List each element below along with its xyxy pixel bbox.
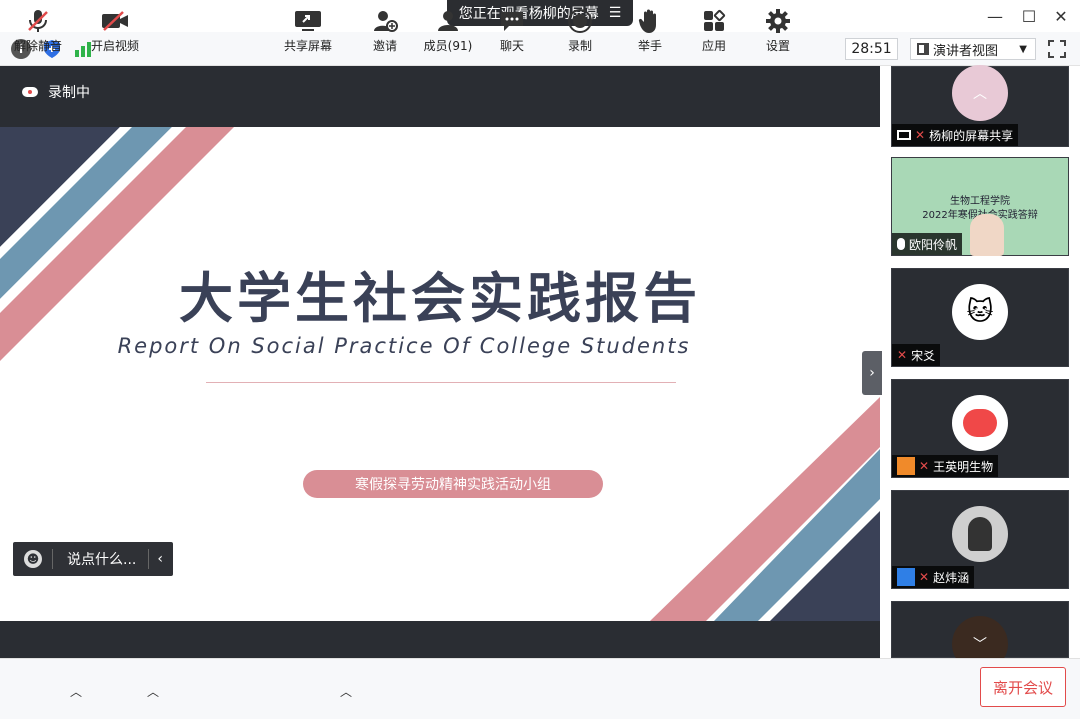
camera-off-icon	[101, 8, 129, 34]
divider	[148, 549, 150, 569]
mic-muted-icon	[24, 8, 52, 34]
chat-label: 聊天	[499, 38, 524, 53]
members-icon	[434, 8, 462, 34]
members-label: 成员(91)	[423, 38, 473, 53]
start-video-button[interactable]: 开启视频	[86, 0, 144, 61]
participant-tile[interactable]: ︿ ✕ 杨柳的屏幕共享	[891, 65, 1069, 147]
invite-button[interactable]: 邀请	[364, 0, 406, 61]
list-icon[interactable]: ☰	[609, 5, 622, 21]
recording-indicator: 录制中	[22, 82, 90, 102]
participant-tile[interactable]: ﹀	[891, 601, 1069, 672]
participant-tile[interactable]: 🐱 ✕ 宋爻	[891, 268, 1069, 367]
slide-group-label: 寒假探寻劳动精神实践活动小组	[303, 470, 603, 498]
share-screen-icon	[294, 8, 322, 34]
layout-icon	[917, 43, 929, 55]
maximize-button[interactable]: ☐	[1018, 6, 1040, 26]
add-user-icon	[371, 8, 399, 34]
participant-name: 赵炜涵	[933, 570, 970, 585]
avatar	[952, 506, 1008, 562]
chevron-up-icon[interactable]: ︿	[70, 683, 82, 700]
participant-tile[interactable]: ✕ 王英明生物	[891, 379, 1069, 478]
participant-name-tag: ✕ 宋爻	[892, 344, 941, 366]
divider	[52, 549, 53, 569]
cloud-icon	[22, 87, 38, 97]
participant-name: 杨柳的屏幕共享	[929, 128, 1014, 143]
mic-muted-icon: ✕	[919, 459, 930, 473]
start-video-label: 开启视频	[90, 38, 139, 53]
chevron-down-icon: ▼	[1019, 43, 1027, 55]
chevron-down-icon[interactable]: ﹀	[973, 634, 987, 654]
mic-muted-icon: ✕	[897, 348, 908, 362]
leave-meeting-button[interactable]: 离开会议	[980, 667, 1066, 707]
participant-name: 王英明生物	[933, 459, 994, 474]
view-mode-label: 演讲者视图	[933, 43, 999, 59]
chat-button[interactable]: 聊天	[492, 0, 532, 61]
video-text: 生物工程学院	[950, 196, 1010, 207]
minimize-button[interactable]: —	[984, 6, 1006, 26]
avatar: 🐱	[952, 284, 1008, 340]
gear-icon	[764, 8, 792, 34]
participant-name-tag: ✕ 赵炜涵	[892, 566, 975, 588]
invite-label: 邀请	[372, 38, 397, 53]
settings-label: 设置	[765, 38, 790, 53]
mic-icon	[897, 238, 905, 250]
unmute-label: 解除静音	[13, 38, 62, 53]
user-icon	[897, 568, 915, 586]
apps-button[interactable]: 应用	[694, 0, 734, 61]
share-screen-button[interactable]: 共享屏幕	[280, 0, 336, 61]
participant-name-tag: ✕ 王英明生物	[892, 455, 999, 477]
fullscreen-icon[interactable]	[1046, 38, 1068, 60]
chat-quick-input[interactable]: ☻ 说点什么... ‹	[13, 542, 173, 576]
record-icon	[566, 8, 594, 34]
record-button[interactable]: 录制	[560, 0, 600, 61]
chevron-left-icon[interactable]: ‹	[157, 551, 163, 567]
user-icon	[897, 457, 915, 475]
avatar: ︿	[952, 65, 1008, 121]
participant-name: 欧阳伶帆	[909, 237, 958, 252]
meeting-control-bar	[0, 658, 1080, 719]
view-mode-dropdown[interactable]: 演讲者视图 ▼	[910, 38, 1036, 60]
chevron-up-icon[interactable]: ︿	[340, 683, 352, 700]
slide-subtitle: Report On Social Practice Of College Stu…	[117, 334, 691, 358]
unmute-button[interactable]: 解除静音	[10, 0, 66, 61]
record-label: 录制	[567, 38, 592, 53]
mic-muted-icon: ✕	[919, 570, 930, 584]
chevron-up-icon[interactable]: ︿	[973, 83, 987, 103]
participant-name-tag: ✕ 杨柳的屏幕共享	[892, 124, 1019, 146]
screen-share-icon	[897, 130, 911, 140]
participant-name-tag: 欧阳伶帆	[892, 233, 963, 255]
recording-label: 录制中	[48, 85, 90, 101]
chevron-up-icon[interactable]: ︿	[147, 683, 159, 700]
sidebar-toggle-button[interactable]: ›	[862, 351, 882, 395]
hand-icon	[636, 8, 664, 34]
slide-divider	[206, 382, 676, 383]
person-video	[970, 214, 1004, 256]
slide-title: 大学生社会实践报告	[179, 267, 701, 330]
participant-tile[interactable]: ✕ 赵炜涵	[891, 490, 1069, 589]
close-button[interactable]: ✕	[1050, 6, 1072, 26]
members-button[interactable]: 成员(91)	[420, 0, 476, 61]
participant-name: 宋爻	[911, 348, 936, 363]
chat-icon	[498, 8, 526, 34]
apps-icon	[700, 8, 728, 34]
raise-hand-button[interactable]: 举手	[630, 0, 670, 61]
settings-button[interactable]: 设置	[758, 0, 798, 61]
chat-placeholder: 说点什么...	[67, 552, 137, 568]
chevron-right-icon: ›	[869, 365, 875, 381]
meeting-timer: 28:51	[845, 38, 898, 60]
emoji-icon[interactable]: ☻	[24, 550, 42, 568]
apps-label: 应用	[701, 38, 726, 53]
avatar	[952, 395, 1008, 451]
raise-hand-label: 举手	[637, 38, 662, 53]
participant-tile[interactable]: 生物工程学院 2022年寒假社会实践答辩 欧阳伶帆	[891, 157, 1069, 256]
mic-muted-icon: ✕	[915, 128, 926, 142]
share-screen-label: 共享屏幕	[283, 38, 332, 53]
